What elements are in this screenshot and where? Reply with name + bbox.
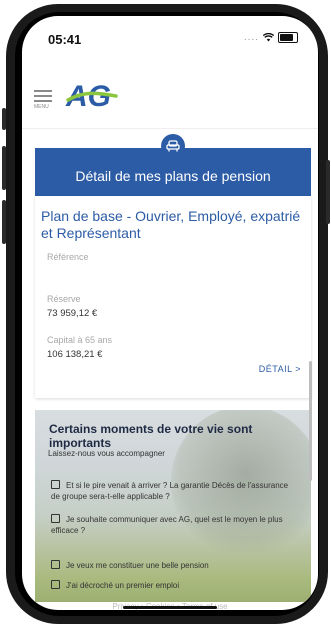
mute-switch (2, 108, 6, 130)
wifi-icon (263, 33, 274, 42)
status-time: 05:41 (48, 32, 82, 47)
moment-link-text: J'ai décroché un premier emploi (66, 581, 180, 590)
hamburger-icon (34, 90, 52, 92)
menu-label: MENU (34, 104, 49, 110)
armchair-icon (161, 134, 185, 158)
life-moments-title: Certains moments de votre vie sont impor… (49, 422, 253, 450)
moment-link-text: Et si le pire venait à arriver ? La gara… (51, 481, 289, 501)
hamburger-line (34, 100, 52, 102)
reserve-label: Réserve (47, 294, 81, 304)
document-icon (51, 580, 60, 589)
document-icon (51, 514, 60, 523)
moment-link-first-job[interactable]: J'ai décroché un premier emploi (51, 580, 295, 591)
capital-label: Capital à 65 ans (47, 335, 113, 345)
plan-title: Plan de base - Ouvrier, Employé, expatri… (41, 208, 301, 241)
document-icon (51, 480, 60, 489)
volume-down-button (2, 200, 6, 244)
hamburger-line (34, 95, 52, 97)
life-moments-section: Certains moments de votre vie sont impor… (35, 410, 311, 602)
svg-text:AG: AG (65, 80, 111, 112)
life-moments-subtitle: Laissez-nous vous accompagner (48, 449, 165, 458)
moment-link-text: Je souhaite communiquer avec AG, quel es… (51, 515, 283, 535)
menu-button[interactable]: MENU (34, 90, 52, 110)
detail-button[interactable]: DÉTAIL > (259, 364, 301, 374)
moment-link-text: Je veux me constituer une belle pension (66, 561, 209, 570)
reserve-value: 73 959,12 € (47, 308, 98, 319)
power-button (326, 160, 330, 224)
reference-label: Référence (47, 252, 89, 262)
app-header: MENU AG (22, 66, 318, 129)
document-icon (51, 560, 60, 569)
volume-up-button (2, 146, 6, 190)
moment-link-death-cover[interactable]: Et si le pire venait à arriver ? La gara… (51, 480, 295, 502)
moment-link-pension[interactable]: Je veux me constituer une belle pension (51, 560, 295, 571)
pension-plan-card: Plan de base - Ouvrier, Employé, expatri… (35, 196, 311, 398)
status-icons: .... (244, 32, 298, 43)
pension-card-header: Détail de mes plans de pension (35, 134, 311, 196)
ag-logo[interactable]: AG (64, 80, 122, 112)
device-frame: 05:41 .... MENU AG Détail de mes plans d… (0, 0, 331, 626)
moment-link-contact[interactable]: Je souhaite communiquer avec AG, quel es… (51, 514, 295, 536)
scrollbar[interactable] (309, 361, 312, 481)
status-bar: 05:41 .... (22, 16, 318, 60)
capital-value: 106 138,21 € (47, 349, 103, 360)
signal-icon: .... (243, 32, 259, 43)
home-indicator[interactable] (123, 606, 217, 609)
pension-card-title: Détail de mes plans de pension (75, 168, 271, 184)
app-screen: 05:41 .... MENU AG Détail de mes plans d… (22, 16, 318, 610)
battery-icon (278, 32, 298, 43)
